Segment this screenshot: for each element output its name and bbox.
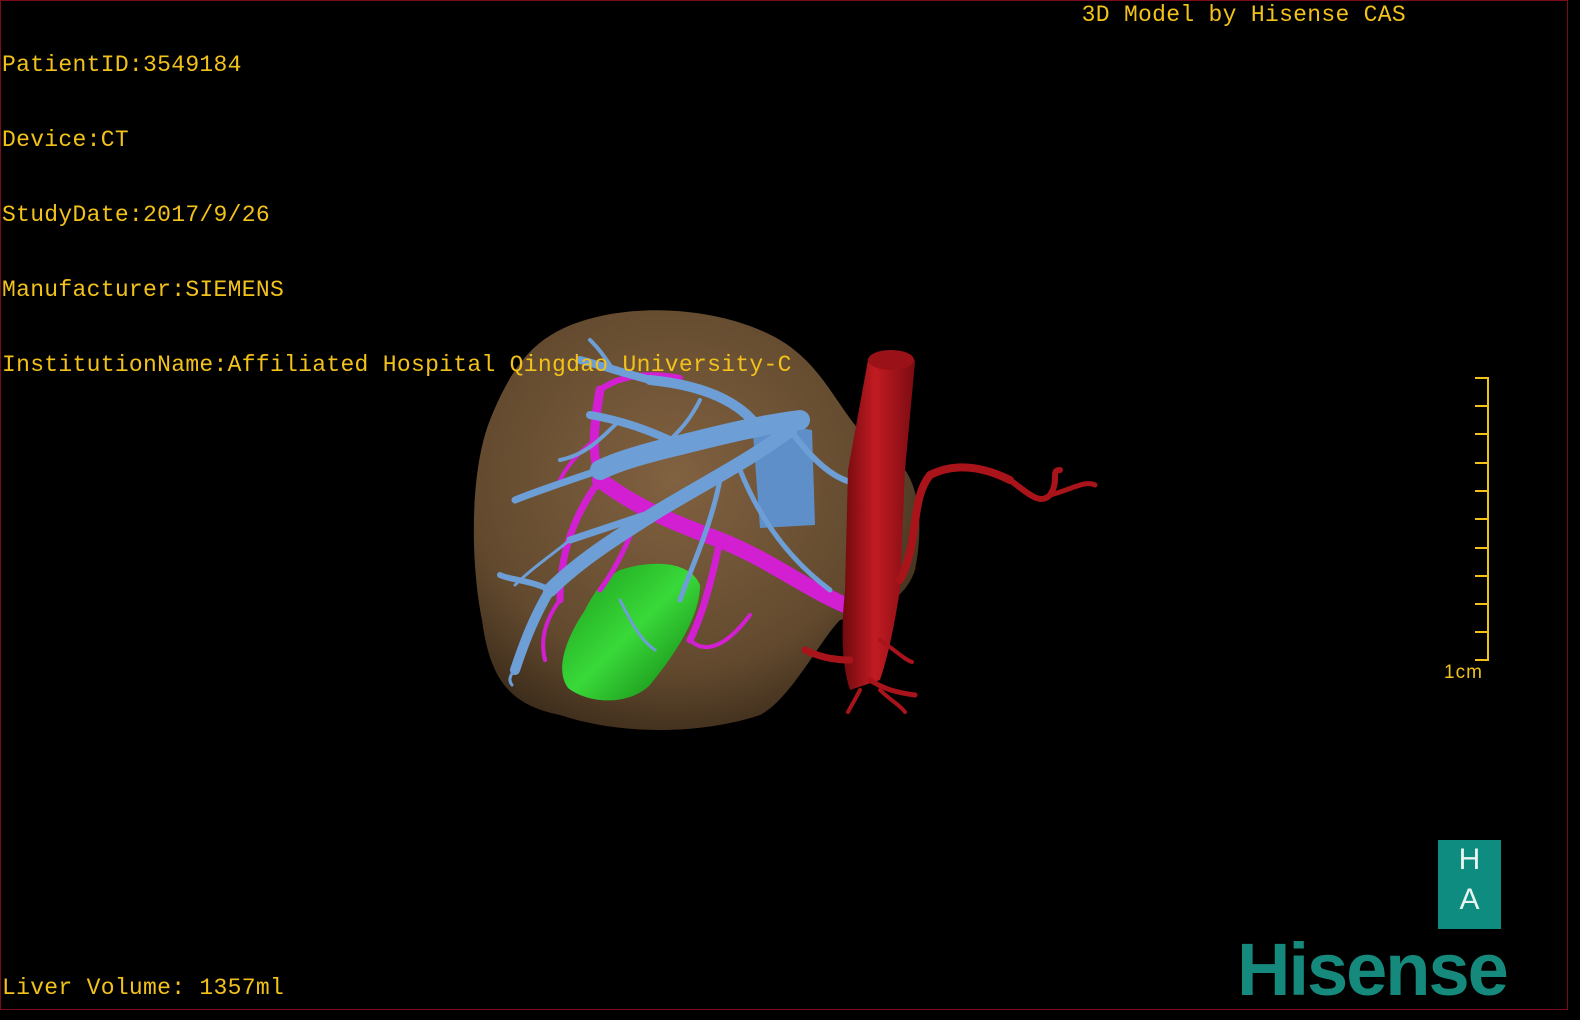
scale-label: 1cm [1444,662,1483,683]
hisense-logo: Hisense [1237,928,1509,1011]
patient-id: PatientID:3549184 [2,52,242,78]
device: Device:CT [2,127,129,153]
aorta [801,350,1098,714]
liver-volume: Liver Volume: 1357ml [2,975,285,1001]
model-credit: 3D Model by Hisense CAS [1081,2,1406,28]
ha-logo-icon: H A [1438,840,1501,929]
ha-logo-letter-a: A [1459,883,1480,916]
scale-bar [1475,377,1489,661]
ha-logo-letter-h: H [1458,843,1481,876]
institution-name: InstitutionName:Affiliated Hospital Qing… [2,352,792,378]
dicom-info-block: PatientID:3549184 Device:CT StudyDate:20… [2,3,792,428]
3d-viewport[interactable]: PatientID:3549184 Device:CT StudyDate:20… [0,0,1580,1020]
manufacturer: Manufacturer:SIEMENS [2,277,285,303]
study-date: StudyDate:2017/9/26 [2,202,270,228]
